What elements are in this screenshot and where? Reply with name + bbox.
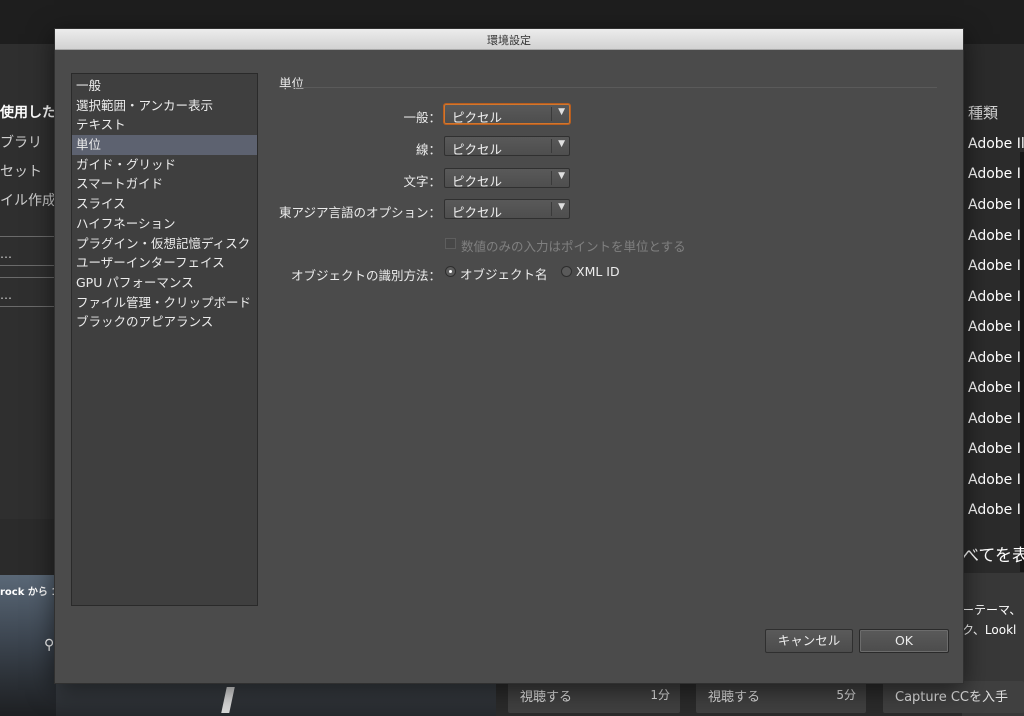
watch-card[interactable]: 視聴する 5分 xyxy=(696,681,866,713)
left-divider xyxy=(0,277,54,278)
watch-card[interactable]: 視聴する 1分 xyxy=(508,681,680,713)
category-type[interactable]: テキスト xyxy=(72,115,257,135)
category-hyphenation[interactable]: ハイフネーション xyxy=(72,214,257,234)
dialog-title-bar[interactable]: 環境設定 xyxy=(55,29,963,50)
type-unit-select[interactable]: ピクセル ▼ xyxy=(444,168,570,189)
left-divider xyxy=(0,236,54,237)
category-guides-grid[interactable]: ガイド・グリッド xyxy=(72,155,257,175)
file-type-cell[interactable]: Adobe Ill xyxy=(968,289,1024,305)
capture-card[interactable]: Capture CCを入手 xyxy=(883,681,1024,713)
category-user-interface[interactable]: ユーザーインターフェイス xyxy=(72,253,257,273)
search-icon[interactable]: ⚲ xyxy=(44,637,54,653)
chevron-down-icon: ▼ xyxy=(558,202,565,212)
type-unit-row: 文字： xyxy=(255,168,441,190)
watch-label: 視聴する xyxy=(520,690,573,705)
numbers-only-points-label: 数値のみの入力はポイントを単位とする xyxy=(461,239,686,254)
category-gpu-performance[interactable]: GPU パフォーマンス xyxy=(72,273,257,293)
file-type-cell[interactable]: Adobe Ill xyxy=(968,411,1024,427)
east-asian-unit-label: 東アジア言語のオプション： xyxy=(278,205,441,220)
capture-label: Capture CCを入手 xyxy=(895,690,1008,705)
type-column-header: 種類 xyxy=(968,104,999,122)
dialog-title: 環境設定 xyxy=(487,34,531,47)
left-divider xyxy=(0,265,54,266)
watch-duration: 5分 xyxy=(836,688,856,702)
file-type-cell[interactable]: Adobe Ill xyxy=(968,319,1024,335)
east-asian-unit-select[interactable]: ピクセル ▼ xyxy=(444,199,570,220)
select-divider xyxy=(551,107,552,121)
file-type-cell[interactable]: Adobe Ill xyxy=(968,380,1024,396)
tutorial-text-line: ク、Lookl xyxy=(962,623,1017,637)
category-selection-anchor[interactable]: 選択範囲・アンカー表示 xyxy=(72,96,257,116)
stroke-unit-label: 線： xyxy=(415,142,441,157)
file-type-cell[interactable]: Adobe Ill xyxy=(968,136,1024,152)
chevron-down-icon: ▼ xyxy=(558,107,565,117)
general-unit-value: ピクセル xyxy=(452,110,503,125)
section-divider xyxy=(279,87,937,88)
category-slices[interactable]: スライス xyxy=(72,194,257,214)
file-type-cell[interactable]: Adobe Ill xyxy=(968,258,1024,274)
preferences-dialog: 環境設定 一般 選択範囲・アンカー表示 テキスト 単位 ガイド・グリッド スマー… xyxy=(54,28,964,684)
library-link[interactable]: ブラリ xyxy=(0,132,42,152)
category-black-appearance[interactable]: ブラックのアピアランス xyxy=(72,312,257,332)
stroke-unit-row: 線： xyxy=(255,136,441,158)
left-divider xyxy=(0,306,54,307)
east-asian-unit-row: 東アジア言語のオプション： xyxy=(255,199,441,221)
show-all-heading[interactable]: べてを表 xyxy=(962,541,1024,566)
east-asian-unit-value: ピクセル xyxy=(452,205,503,220)
file-type-cell[interactable]: Adobe Ill xyxy=(968,228,1024,244)
xml-id-label: XML ID xyxy=(576,264,620,279)
object-id-label: オブジェクトの識別方法： xyxy=(290,268,441,283)
more-icon[interactable]: … xyxy=(0,288,12,302)
section-title: 単位 xyxy=(279,76,305,91)
file-type-cell[interactable]: Adobe Ill xyxy=(968,166,1024,182)
chevron-down-icon: ▼ xyxy=(558,171,565,181)
preset-link[interactable]: セット xyxy=(0,161,42,181)
panel-scrollbar[interactable] xyxy=(1020,152,1024,572)
watch-label: 視聴する xyxy=(708,690,761,705)
cancel-button[interactable]: キャンセル xyxy=(765,629,853,653)
file-type-cell[interactable]: Adobe Ill xyxy=(968,197,1024,213)
stroke-unit-select[interactable]: ピクセル ▼ xyxy=(444,136,570,157)
chevron-down-icon: ▼ xyxy=(558,139,565,149)
road-image xyxy=(56,683,496,716)
type-unit-value: ピクセル xyxy=(452,174,503,189)
object-id-row: オブジェクトの識別方法： xyxy=(255,262,441,284)
category-plugins-scratch[interactable]: プラグイン・仮想記憶ディスク xyxy=(72,234,257,254)
radio-dot[interactable] xyxy=(561,266,572,277)
select-divider xyxy=(551,171,552,185)
select-divider xyxy=(551,202,552,216)
file-type-cell[interactable]: Adobe Ill xyxy=(968,502,1024,518)
category-list[interactable]: 一般 選択範囲・アンカー表示 テキスト 単位 ガイド・グリッド スマートガイド … xyxy=(71,73,258,606)
category-file-handling[interactable]: ファイル管理・クリップボード xyxy=(72,293,257,313)
radio-dot[interactable] xyxy=(445,266,456,277)
tutorial-text-line: ーテーマ、 xyxy=(962,603,1022,617)
general-unit-select[interactable]: ピクセル ▼ xyxy=(444,104,570,125)
category-general[interactable]: 一般 xyxy=(72,76,257,96)
type-unit-label: 文字： xyxy=(403,174,441,189)
more-icon[interactable]: … xyxy=(0,247,12,261)
select-divider xyxy=(551,139,552,153)
watch-duration: 1分 xyxy=(650,688,670,702)
general-unit-label: 一般： xyxy=(403,110,441,125)
recent-files-panel: 種類 Adobe Ill Adobe Ill Adobe Ill Adobe I… xyxy=(962,44,1024,716)
stroke-unit-value: ピクセル xyxy=(452,142,503,157)
file-type-cell[interactable]: Adobe Ill xyxy=(968,472,1024,488)
checkbox-box[interactable] xyxy=(445,238,456,249)
category-smart-guides[interactable]: スマートガイド xyxy=(72,174,257,194)
road-stripe xyxy=(221,687,235,713)
general-unit-row: 一般： xyxy=(255,104,441,126)
object-name-label: オブジェクト名 xyxy=(460,267,548,282)
ok-button[interactable]: OK xyxy=(859,629,949,653)
file-type-cell[interactable]: Adobe Ill xyxy=(968,441,1024,457)
category-units[interactable]: 単位 xyxy=(72,135,257,155)
file-type-cell[interactable]: Adobe Ill xyxy=(968,350,1024,366)
screen: 使用したも ブラリ セット イル作成 … … rock から 10 ⚲ 種類 A… xyxy=(0,0,1024,716)
start-left-panel: 使用したも ブラリ セット イル作成 … … xyxy=(0,44,70,519)
hero-image[interactable]: rock から 10 ⚲ xyxy=(0,575,65,716)
new-file-link[interactable]: イル作成 xyxy=(0,190,56,210)
